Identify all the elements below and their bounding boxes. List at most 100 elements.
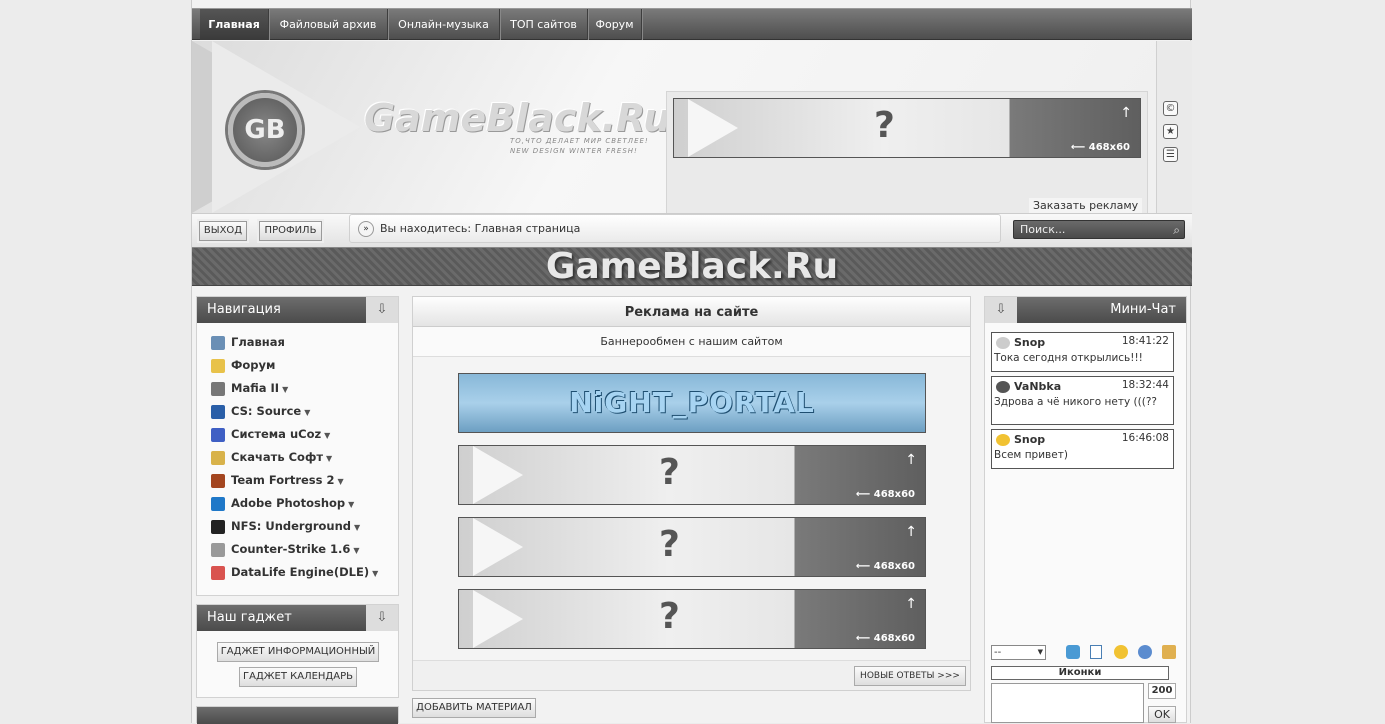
nav-item-icon [211, 381, 225, 396]
header-ad-banner[interactable]: ? ↑ ⟵ 468x60 [673, 98, 1141, 158]
logout-button[interactable]: ВЫХОД [199, 221, 247, 241]
chat-nick[interactable]: Snop [996, 433, 1045, 446]
gadget-block-title: Наш гаджет [207, 610, 292, 625]
chevron-down-icon[interactable]: ▼ [338, 477, 344, 486]
profile-button[interactable]: ПРОФИЛЬ [259, 221, 322, 241]
header-icon-column: © ★ ☰ [1156, 41, 1192, 213]
ad-banner-slot[interactable]: ? ↑ ⟵ 468x60 [458, 445, 926, 505]
sidebar-item[interactable]: Главная [211, 332, 285, 352]
chat-time: 18:32:44 [1121, 379, 1169, 391]
chevron-down-icon[interactable]: ▼ [326, 454, 332, 463]
search-icon[interactable]: ⌕ [1173, 222, 1180, 239]
logo-badge[interactable]: GB [228, 93, 302, 167]
chat-time: 16:46:08 [1121, 432, 1169, 444]
collapse-icon[interactable]: ⇩ [366, 605, 398, 631]
sidebar-item[interactable]: Counter-Strike 1.6 ▼ [211, 539, 360, 559]
logo-text[interactable]: GameBlack.Ru [364, 96, 670, 140]
chevron-down-icon[interactable]: ▼ [282, 385, 288, 394]
banner-question-icon: ? [659, 452, 680, 493]
add-material-button[interactable]: ДОБАВИТЬ МАТЕРИАЛ [412, 698, 536, 718]
sidebar-item[interactable]: Mafia II ▼ [211, 378, 288, 398]
ad-section-title: Реклама на сайте [413, 297, 970, 327]
gamepad-icon [996, 337, 1010, 349]
nav-item-icon [211, 542, 225, 557]
chevron-down-icon[interactable]: ▼ [353, 546, 359, 555]
bbcode-icon[interactable] [1138, 645, 1152, 659]
sidebar-item[interactable]: Скачать Софт ▼ [211, 447, 332, 467]
topnav-top-sites[interactable]: ТОП сайтов [500, 9, 588, 40]
topnav-home[interactable]: Главная [200, 9, 269, 40]
char-counter: 200 [1148, 683, 1176, 699]
sidebar-item-label: CS: Source [231, 404, 302, 418]
chat-send-button[interactable]: OK [1148, 706, 1176, 723]
chevron-down-icon: ▼ [1037, 648, 1043, 656]
gadget-calendar-button[interactable]: ГАДЖЕТ КАЛЕНДАРЬ [239, 667, 357, 687]
document-icon[interactable] [1090, 645, 1102, 659]
sidebar-item[interactable]: Adobe Photoshop ▼ [211, 493, 354, 513]
chat-message: Snop 18:41:22 Тока сегодня открылись!!! [991, 332, 1174, 372]
chat-nick[interactable]: Snop [996, 336, 1045, 349]
chevron-down-icon[interactable]: ▼ [324, 431, 330, 440]
search-input[interactable]: Поиск... ⌕ [1013, 220, 1185, 239]
chat-header: ⇩ Мини-Чат [985, 297, 1186, 323]
page-wrapper: Главная Файловый архив Онлайн-музыка ТОП… [191, 0, 1192, 724]
sidebar-item[interactable]: Team Fortress 2 ▼ [211, 470, 344, 490]
nav-block-title: Навигация [207, 302, 281, 317]
nav-item-icon [211, 450, 225, 465]
chevron-down-icon[interactable]: ▼ [348, 500, 354, 509]
nav-item-icon [211, 335, 225, 350]
order-ad-link[interactable]: Заказать рекламу [1029, 198, 1143, 213]
ad-section-subtitle: Баннерообмен с нашим сайтом [413, 327, 970, 357]
sidebar-item[interactable]: CS: Source ▼ [211, 401, 310, 421]
ad-section: Реклама на сайте Баннерообмен с нашим са… [412, 296, 971, 691]
new-answers-button[interactable]: НОВЫЕ ОТВЕТЫ >>> [854, 666, 966, 686]
ad-section-footer: НОВЫЕ ОТВЕТЫ >>> [413, 660, 970, 690]
star-icon[interactable]: ★ [1163, 124, 1178, 139]
sidebar-item[interactable]: NFS: Underground ▼ [211, 516, 360, 536]
night-portal-banner[interactable]: NiGHT_PORTAL [458, 373, 926, 433]
chat-message: VaNbka 18:32:44 Здрова а чё никого нету … [991, 376, 1174, 425]
sidebar-item-label: Форум [231, 358, 276, 372]
chevron-down-icon[interactable]: ▼ [304, 408, 310, 417]
collapse-icon[interactable]: ⇩ [985, 297, 1017, 323]
sidebar-item-label: Team Fortress 2 [231, 473, 335, 487]
chevron-down-icon[interactable]: ▼ [372, 569, 378, 578]
sidebar-item[interactable]: DataLife Engine(DLE) ▼ [211, 562, 378, 582]
sidebar-item[interactable]: Форум [211, 355, 275, 375]
refresh-icon[interactable] [1066, 645, 1080, 659]
chat-title: Мини-Чат [1110, 302, 1176, 317]
smiley-icon [996, 434, 1010, 446]
settings-icon[interactable] [1162, 645, 1176, 659]
banner-question-icon: ? [659, 596, 680, 637]
banner-up-arrow-icon: ↑ [905, 452, 917, 468]
nav-block-header: Навигация ⇩ [197, 297, 398, 323]
banner-question-icon: ? [874, 105, 895, 146]
topnav-files[interactable]: Файловый архив [269, 9, 388, 40]
chat-nick[interactable]: VaNbka [996, 380, 1061, 393]
banner-up-arrow-icon: ↑ [1120, 105, 1132, 121]
next-block-header [197, 707, 398, 724]
topnav-music[interactable]: Онлайн-музыка [388, 9, 500, 40]
sidebar-item-label: DataLife Engine(DLE) [231, 565, 370, 579]
nav-item-icon [211, 404, 225, 419]
smiley-icon[interactable] [1114, 645, 1128, 659]
topnav-forum[interactable]: Форум [588, 9, 642, 40]
logo-slogan-2: NEW DESIGN WINTER FRESH! [510, 147, 638, 155]
collapse-icon[interactable]: ⇩ [366, 297, 398, 323]
chevron-down-icon[interactable]: ▼ [354, 523, 360, 532]
ad-banner-slot[interactable]: ? ↑ ⟵ 468x60 [458, 517, 926, 577]
gadget-info-button[interactable]: ГАДЖЕТ ИНФОРМАЦИОННЫЙ [217, 642, 379, 662]
sidebar-item-label: NFS: Underground [231, 519, 352, 533]
banner-size-label: ⟵ 468x60 [855, 633, 915, 644]
icons-button[interactable]: Иконки [991, 666, 1169, 680]
sidebar-item[interactable]: Система uCoz ▼ [211, 424, 330, 444]
chat-select[interactable]: -- ▼ [991, 645, 1046, 660]
breadcrumb: » Вы находитесь: Главная страница [349, 214, 1001, 243]
gadget-block-header: Наш гаджет ⇩ [197, 605, 398, 631]
chat-message-input[interactable] [991, 683, 1144, 723]
header: GB GameBlack.Ru ТО,ЧТО ДЕЛАЕТ МИР СВЕТЛЕ… [192, 41, 1192, 221]
nav-item-icon [211, 519, 225, 534]
ad-banner-slot[interactable]: ? ↑ ⟵ 468x60 [458, 589, 926, 649]
copyright-icon[interactable]: © [1163, 101, 1178, 116]
rss-icon[interactable]: ☰ [1163, 147, 1178, 162]
